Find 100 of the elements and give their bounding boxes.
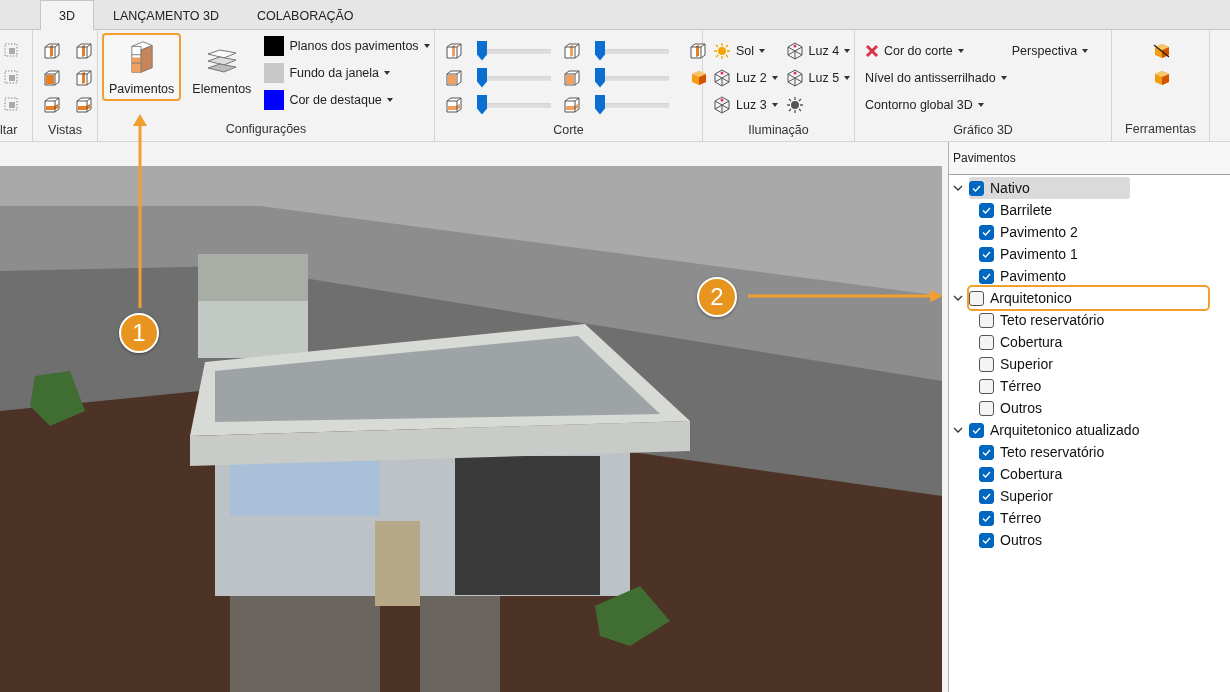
tree-item[interactable]: Pavimento 2: [979, 221, 1078, 243]
cube-view-icon: [43, 41, 61, 60]
checkbox[interactable]: [979, 466, 994, 482]
light-dropdown[interactable]: Luz 3: [713, 93, 778, 116]
caret-icon: [1000, 75, 1007, 80]
checkbox[interactable]: [969, 180, 984, 196]
dropdown-button[interactable]: Cor do corte: [865, 39, 964, 62]
color-dropdown[interactable]: Fundo da janela: [264, 62, 430, 84]
dropdown-button[interactable]: Nível do antisserrilhado: [865, 66, 1089, 89]
light-dropdown[interactable]: Luz 2: [713, 66, 778, 89]
checkbox[interactable]: [979, 334, 994, 350]
ribbon-tab[interactable]: LANÇAMENTO 3D: [94, 0, 239, 30]
caret-icon: [844, 48, 851, 53]
tree-item[interactable]: Térreo: [979, 507, 1042, 529]
check-icon: [982, 514, 991, 522]
section-cube-icon: [445, 41, 463, 60]
caret-icon: [384, 71, 391, 75]
dropdown-button[interactable]: Contorno global 3D: [865, 93, 1089, 116]
slider-thumb[interactable]: [477, 40, 487, 61]
sun-icon: [785, 95, 804, 114]
tree-item[interactable]: Pavimento 1: [979, 243, 1078, 265]
group-label: Vistas: [47, 121, 83, 139]
section-cube-icon: [689, 41, 707, 60]
cube-view-icon: [43, 68, 61, 87]
check-icon: [972, 184, 981, 192]
section-cube-icon: [445, 68, 463, 87]
cube-view-icon: [75, 95, 93, 114]
slider-thumb[interactable]: [595, 94, 605, 115]
chevron-down-icon[interactable]: [953, 293, 963, 303]
light-dropdown[interactable]: Luz 4: [785, 39, 851, 62]
color-dropdown[interactable]: Cor de destaque: [264, 89, 430, 111]
checkbox[interactable]: [979, 268, 994, 284]
checkbox[interactable]: [979, 246, 994, 262]
tree-item[interactable]: Outros: [979, 397, 1042, 419]
tree-item[interactable]: Arquitetonico: [969, 287, 1208, 309]
caret-icon: [977, 102, 984, 107]
tree-item[interactable]: Térreo: [979, 375, 1042, 397]
light-dropdown[interactable]: Sol: [713, 39, 778, 62]
dropdown-button[interactable]: Perspectiva: [1011, 39, 1089, 62]
floors-button[interactable]: Pavimentos: [102, 33, 182, 101]
group-label: Ferramentas: [1124, 121, 1197, 138]
cube-view-icon: [75, 68, 93, 87]
light-cube-icon: [713, 95, 731, 114]
group-label: Corte: [552, 121, 585, 139]
checkbox[interactable]: [969, 290, 984, 306]
section-cube-icon: [563, 68, 581, 87]
panel-title: Pavimentos: [949, 142, 1230, 175]
checkbox[interactable]: [979, 532, 994, 548]
check-icon: [982, 206, 991, 214]
tree-item[interactable]: Teto reservatório: [979, 309, 1105, 331]
ribbon-tab[interactable]: COLABORAÇÃO: [238, 0, 373, 30]
selection-icon: [4, 96, 20, 113]
checkbox[interactable]: [979, 510, 994, 526]
tree-item[interactable]: Barrilete: [979, 199, 1053, 221]
tree-item[interactable]: Outros: [979, 529, 1042, 551]
caret-icon: [759, 48, 766, 53]
light-cube-icon: [785, 68, 804, 87]
tree-item[interactable]: Superior: [979, 485, 1053, 507]
slider-thumb[interactable]: [477, 94, 487, 115]
section-cube-icon: [563, 95, 581, 114]
slider-thumb[interactable]: [595, 67, 605, 88]
chevron-down-icon[interactable]: [953, 183, 963, 193]
chevron-down-icon[interactable]: [953, 425, 963, 435]
light-dropdown[interactable]: Luz 5: [785, 66, 851, 89]
tree-item[interactable]: Nativo: [969, 177, 1130, 199]
checkbox[interactable]: [979, 400, 994, 416]
slider-thumb[interactable]: [595, 40, 605, 61]
checkbox[interactable]: [979, 378, 994, 394]
ribbon-tab[interactable]: 3D: [40, 0, 94, 30]
caret-icon: [771, 102, 778, 107]
check-icon: [982, 448, 991, 456]
caret-icon: [957, 48, 964, 53]
check-icon: [982, 272, 991, 280]
checkbox[interactable]: [969, 422, 984, 438]
tree-item[interactable]: Pavimento: [979, 265, 1067, 287]
checkbox[interactable]: [979, 312, 994, 328]
checkbox[interactable]: [979, 202, 994, 218]
elements-button[interactable]: Elementos: [185, 33, 259, 101]
section-cube-icon: [445, 95, 463, 114]
light-cube-icon: [713, 68, 731, 87]
cube-view-icon: [43, 95, 61, 114]
slider-thumb[interactable]: [477, 67, 487, 88]
tree-item[interactable]: Teto reservatório: [979, 441, 1105, 463]
caret-icon: [386, 98, 393, 102]
color-dropdown[interactable]: Planos dos pavimentos: [264, 35, 430, 57]
check-icon: [972, 426, 981, 434]
section-cube-icon: [563, 41, 581, 60]
checkbox[interactable]: [979, 356, 994, 372]
checkbox[interactable]: [979, 224, 994, 240]
caret-icon: [844, 75, 851, 80]
sun-icon: [713, 41, 731, 60]
tree-item[interactable]: Cobertura: [979, 331, 1063, 353]
tree-item[interactable]: Arquitetonico atualizado: [969, 419, 1140, 441]
checkbox[interactable]: [979, 444, 994, 460]
checkbox[interactable]: [979, 488, 994, 504]
group-label: Gráfico 3D: [952, 121, 1014, 139]
tree-item[interactable]: Superior: [979, 353, 1053, 375]
group-label: Configurações: [224, 121, 308, 138]
caret-icon: [771, 75, 778, 80]
tree-item[interactable]: Cobertura: [979, 463, 1063, 485]
